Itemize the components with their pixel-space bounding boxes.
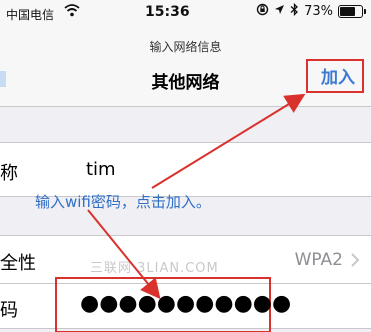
- screen: 中国电信 15:36 73% 输入网络信息 其他网络 加入 称 tim 全性 W…: [0, 0, 371, 332]
- arrow-to-join: [151, 93, 306, 189]
- annotation-instruction: 输入wifi密码，点击加入。: [35, 193, 211, 211]
- arrow-to-password: [87, 209, 161, 300]
- annotation-arrows: [87, 93, 306, 300]
